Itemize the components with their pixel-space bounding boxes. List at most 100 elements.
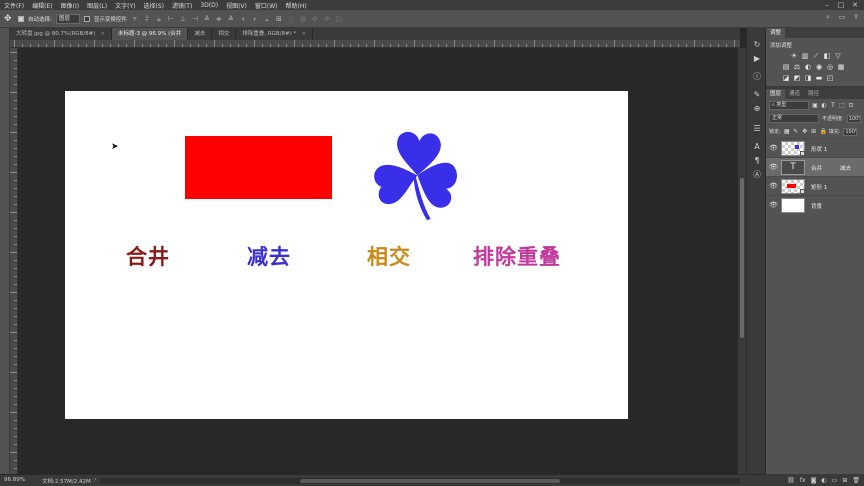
- 3d-slide-icon[interactable]: ✢: [323, 15, 331, 23]
- character-icon[interactable]: A: [752, 142, 762, 152]
- fx-icon[interactable]: fx: [800, 477, 806, 484]
- layer-name[interactable]: 矩形 1: [811, 183, 827, 191]
- maximize-icon[interactable]: □: [834, 0, 848, 10]
- auto-align-icon[interactable]: ⊞: [275, 15, 283, 23]
- menu-help[interactable]: 帮助(H): [282, 1, 311, 10]
- close-icon[interactable]: ×: [100, 28, 105, 40]
- lock-artboard-icon[interactable]: ⊞: [811, 128, 817, 135]
- filter-pixel-icon[interactable]: ▣: [812, 102, 818, 109]
- label-intersect[interactable]: 相交: [367, 241, 411, 271]
- layer-name[interactable]: 合井: [811, 164, 822, 172]
- horizontal-scrollbar[interactable]: [100, 478, 740, 484]
- layer-rectangle-1[interactable]: 👁 矩形 1: [766, 176, 864, 195]
- channel-mixer-icon[interactable]: ◎: [826, 63, 834, 71]
- minimize-icon[interactable]: –: [820, 0, 834, 10]
- paragraph-icon[interactable]: ¶: [752, 156, 762, 166]
- tab-paths[interactable]: 路径: [804, 89, 823, 99]
- align-vcenter-icon[interactable]: ⫩: [143, 15, 151, 23]
- close-icon[interactable]: ✕: [848, 0, 862, 10]
- layer-background[interactable]: 👁 背景: [766, 195, 864, 214]
- black-white-icon[interactable]: ◐: [804, 63, 812, 71]
- tab-channels[interactable]: 通道: [785, 89, 804, 99]
- lock-all-icon[interactable]: 🔒: [820, 128, 827, 135]
- tab-document-3[interactable]: 减去: [188, 28, 213, 40]
- distribute-hcenter-icon[interactable]: ⫟: [251, 15, 259, 23]
- add-mask-icon[interactable]: ◙: [811, 477, 817, 484]
- 3d-roll-icon[interactable]: ◍: [299, 15, 307, 23]
- color-lookup-icon[interactable]: ▦: [837, 63, 845, 71]
- label-subtract[interactable]: 减去: [247, 241, 291, 271]
- canvas-area[interactable]: 合井 减去 相交 排除重叠 ➤: [18, 48, 738, 474]
- brightness-icon[interactable]: ☀: [790, 52, 798, 60]
- chevron-right-icon[interactable]: ›: [94, 476, 96, 483]
- glyphs-icon[interactable]: Ⓐ: [752, 170, 762, 180]
- menu-image[interactable]: 图像(I): [57, 1, 83, 10]
- visibility-eye-icon[interactable]: 👁: [769, 163, 778, 171]
- tab-document-5[interactable]: 排除重叠, RGB/8#) * ×: [236, 28, 313, 40]
- layer-name[interactable]: 背景: [811, 202, 822, 210]
- close-icon[interactable]: ×: [301, 28, 306, 40]
- show-transform-checkbox[interactable]: [83, 15, 90, 22]
- play-icon[interactable]: ▶: [752, 54, 762, 64]
- properties-icon[interactable]: ☰: [752, 124, 762, 134]
- menu-file[interactable]: 文件(F): [0, 1, 28, 10]
- share-icon[interactable]: ⇪: [852, 13, 860, 21]
- 3d-orbit-icon[interactable]: ◌: [287, 15, 295, 23]
- hue-saturation-icon[interactable]: ▤: [782, 63, 790, 71]
- menu-view[interactable]: 视图(V): [222, 1, 251, 10]
- align-hcenter-icon[interactable]: ⊥: [179, 15, 187, 23]
- filter-shape-icon[interactable]: ⬚: [839, 102, 845, 109]
- brush-icon[interactable]: ✎: [752, 90, 762, 100]
- tab-layers[interactable]: 图层: [766, 89, 786, 99]
- tab-document-2[interactable]: 未标题-3 @ 96.9% (合并: [111, 28, 189, 40]
- color-balance-icon[interactable]: ⚖: [793, 63, 801, 71]
- menu-type[interactable]: 文字(Y): [111, 1, 139, 10]
- selective-color-icon[interactable]: ◰: [826, 74, 834, 82]
- adjustment-layer-icon[interactable]: ◐: [821, 477, 826, 484]
- layer-text-merge[interactable]: 👁 T 合井 减去: [766, 157, 864, 176]
- zoom-level[interactable]: 96.89%: [4, 477, 25, 483]
- red-rectangle-shape[interactable]: [185, 136, 332, 199]
- align-left-icon[interactable]: ⊢: [167, 15, 175, 23]
- info-icon[interactable]: ⓘ: [752, 72, 762, 82]
- tab-adjustments[interactable]: 调整: [766, 28, 786, 38]
- exposure-icon[interactable]: ◧: [823, 52, 831, 60]
- align-right-icon[interactable]: ⊣: [191, 15, 199, 23]
- link-layers-icon[interactable]: ⛓: [787, 477, 795, 484]
- scroll-thumb[interactable]: [300, 479, 560, 483]
- posterize-icon[interactable]: ◩: [793, 74, 801, 82]
- distribute-bottom-icon[interactable]: ≙: [227, 15, 235, 23]
- new-group-icon[interactable]: ▭: [832, 477, 838, 484]
- layer-name[interactable]: 形状 1: [811, 145, 827, 153]
- vertical-ruler[interactable]: [10, 48, 18, 474]
- layer-shape-1[interactable]: 👁 形状 1: [766, 138, 864, 157]
- 3d-scale-icon[interactable]: ◫: [335, 15, 343, 23]
- clone-source-icon[interactable]: ⊕: [752, 104, 762, 114]
- visibility-eye-icon[interactable]: 👁: [769, 201, 778, 209]
- label-merge[interactable]: 合井: [126, 241, 170, 271]
- document-canvas[interactable]: 合井 减去 相交 排除重叠: [65, 91, 628, 419]
- auto-select-dropdown[interactable]: 图层: [55, 13, 80, 24]
- tab-document-1[interactable]: 大转盘.jpg @ 80.7%(RGB/8#) ×: [10, 28, 112, 40]
- levels-icon[interactable]: ▥: [801, 52, 809, 60]
- align-top-icon[interactable]: ⫧: [131, 15, 139, 23]
- lock-position-icon[interactable]: ✥: [802, 128, 808, 135]
- label-exclude-overlap[interactable]: 排除重叠: [473, 241, 561, 271]
- lock-transparency-icon[interactable]: ▦: [784, 128, 790, 135]
- horizontal-ruler[interactable]: [10, 40, 740, 48]
- filter-adjustment-icon[interactable]: ◐: [821, 102, 827, 109]
- menu-select[interactable]: 选择(S): [139, 1, 168, 10]
- move-tool-preset-icon[interactable]: ✥: [4, 14, 14, 24]
- distribute-vcenter-icon[interactable]: ≑: [215, 15, 223, 23]
- scroll-thumb[interactable]: [740, 178, 744, 338]
- gradient-map-icon[interactable]: ▬: [815, 74, 823, 82]
- visibility-eye-icon[interactable]: 👁: [769, 182, 778, 190]
- distribute-top-icon[interactable]: ≚: [203, 15, 211, 23]
- new-layer-icon[interactable]: ⊞: [842, 477, 847, 484]
- trash-icon[interactable]: 🗑: [852, 477, 860, 484]
- distribute-left-icon[interactable]: ⫞: [239, 15, 247, 23]
- layer-kind-filter[interactable]: ⌕ 类型: [769, 101, 809, 110]
- align-bottom-icon[interactable]: ⫨: [155, 15, 163, 23]
- workspace-icon[interactable]: ▭: [838, 13, 846, 21]
- blend-mode-dropdown[interactable]: 正常: [769, 114, 819, 123]
